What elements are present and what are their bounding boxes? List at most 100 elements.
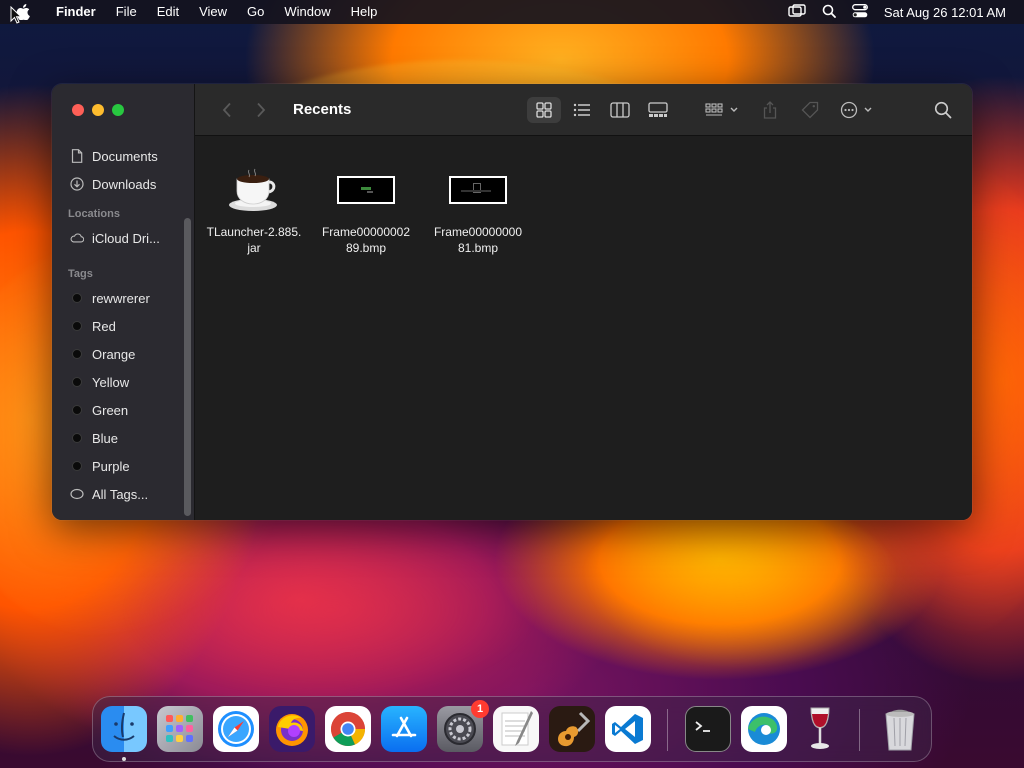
dock-separator	[859, 709, 860, 751]
file-name-line-2: 89.bmp	[345, 241, 387, 255]
bmp-thumbnail	[312, 160, 420, 220]
sidebar-heading-tags: Tags	[68, 268, 93, 280]
back-button[interactable]	[217, 96, 237, 124]
launchpad-icon	[166, 715, 193, 742]
screen-mirroring-icon[interactable]	[788, 3, 806, 21]
tag-color-dot	[70, 319, 84, 333]
safari-compass-icon	[218, 711, 254, 747]
column-view-button[interactable]	[603, 97, 637, 123]
sidebar-tag-rewwrerer[interactable]: rewwrerer	[52, 284, 195, 312]
dock-firefox[interactable]	[269, 706, 315, 752]
menu-app-finder[interactable]: Finder	[46, 0, 106, 24]
dock-launchpad[interactable]	[157, 706, 203, 752]
forward-button[interactable]	[251, 96, 271, 124]
dock-chrome[interactable]	[325, 706, 371, 752]
menu-edit[interactable]: Edit	[147, 0, 189, 24]
chrome-icon	[331, 712, 365, 746]
dock-finder[interactable]	[101, 706, 147, 752]
sidebar-tag-purple[interactable]: Purple	[52, 452, 195, 480]
search-button[interactable]	[932, 96, 954, 124]
finder-sidebar: Documents Downloads Locations iCloud Dri…	[52, 84, 195, 520]
menu-help[interactable]: Help	[341, 0, 388, 24]
sidebar-tag-yellow[interactable]: Yellow	[52, 368, 195, 396]
columns-icon	[610, 101, 631, 118]
search-icon	[934, 101, 952, 118]
sidebar-item-label: Red	[92, 318, 116, 334]
spotlight-search-icon[interactable]	[822, 4, 836, 21]
dock-system-settings[interactable]: 1	[437, 700, 489, 752]
tag-color-dot	[70, 291, 84, 305]
tag-icon	[801, 101, 819, 118]
dock-microsoft-edge[interactable]	[741, 706, 787, 752]
tag-button[interactable]	[799, 96, 821, 124]
file-item-frame-289-bmp[interactable]: Frame00000002 89.bmp	[312, 160, 420, 256]
menu-window[interactable]: Window	[274, 0, 340, 24]
share-button[interactable]	[759, 96, 781, 124]
zoom-button[interactable]	[112, 104, 124, 116]
sidebar-list: Documents Downloads Locations iCloud Dri…	[52, 142, 195, 508]
sidebar-item-label: All Tags...	[92, 486, 149, 502]
sidebar-tag-blue[interactable]: Blue	[52, 424, 195, 452]
group-grid-icon	[705, 102, 738, 116]
dock-vscode[interactable]	[605, 706, 651, 752]
icon-view-button[interactable]	[527, 96, 562, 123]
dock-terminal[interactable]	[685, 706, 731, 752]
sidebar-item-downloads[interactable]: Downloads	[52, 170, 195, 198]
dock-wine[interactable]	[797, 706, 843, 752]
group-by-button[interactable]	[703, 96, 741, 124]
sidebar-scrollbar[interactable]	[184, 218, 191, 516]
file-item-tlauncher-jar[interactable]: TLauncher-2.885. jar	[200, 160, 308, 256]
sidebar-item-label: Green	[92, 402, 129, 418]
finder-window: Documents Downloads Locations iCloud Dri…	[52, 84, 972, 520]
share-icon	[764, 100, 777, 119]
menu-go[interactable]: Go	[237, 0, 274, 24]
mouse-pointer-icon	[10, 5, 23, 29]
sidebar-item-documents[interactable]: Documents	[52, 142, 195, 170]
dock-trash[interactable]	[877, 706, 923, 752]
vscode-icon	[612, 714, 643, 744]
sidebar-item-icloud-drive[interactable]: iCloud Dri...	[52, 224, 195, 252]
dock-app-store[interactable]	[381, 706, 427, 752]
control-center-icon[interactable]	[851, 3, 868, 21]
java-cup-icon	[200, 160, 308, 220]
file-item-frame-81-bmp[interactable]: Frame00000000 81.bmp	[424, 160, 532, 256]
sidebar-item-all-tags[interactable]: All Tags...	[52, 480, 195, 508]
dock-garageband[interactable]	[549, 706, 595, 752]
edge-icon	[748, 713, 780, 745]
file-name-line-1: Frame00000002	[321, 225, 411, 239]
dock-textedit[interactable]	[493, 706, 539, 752]
menu-clock[interactable]: Sat Aug 26 12:01 AM	[884, 5, 1006, 20]
cloud-icon	[70, 231, 84, 245]
running-indicator	[122, 757, 126, 761]
finder-face-icon	[113, 712, 135, 741]
tag-outline-icon	[70, 487, 84, 501]
chevron-left-icon	[222, 102, 231, 117]
tag-color-dot	[70, 375, 84, 389]
list-view-button[interactable]	[565, 97, 599, 123]
action-menu-button[interactable]	[839, 96, 877, 124]
close-button[interactable]	[72, 104, 84, 116]
download-icon	[70, 177, 84, 191]
tag-color-dot	[70, 431, 84, 445]
sidebar-tag-red[interactable]: Red	[52, 312, 195, 340]
file-name-line-2: 81.bmp	[457, 241, 499, 255]
menu-view[interactable]: View	[189, 0, 237, 24]
tag-color-dot	[70, 403, 84, 417]
dock-safari[interactable]	[213, 706, 259, 752]
file-browser-area[interactable]: TLauncher-2.885. jar Frame00000002 89.bm…	[195, 136, 972, 520]
sidebar-item-label: iCloud Dri...	[92, 230, 160, 246]
gallery-view-button[interactable]	[641, 97, 675, 123]
menu-file[interactable]: File	[106, 0, 147, 24]
terminal-icon	[695, 721, 710, 732]
view-mode-group	[527, 96, 675, 123]
bmp-thumbnail	[424, 160, 532, 220]
file-name-line-1: Frame00000000	[433, 225, 523, 239]
sidebar-item-label: Documents	[92, 148, 158, 164]
app-store-icon	[391, 716, 417, 738]
trash-icon	[885, 709, 915, 751]
minimize-button[interactable]	[92, 104, 104, 116]
sidebar-item-label: rewwrerer	[92, 290, 150, 306]
sidebar-tag-green[interactable]: Green	[52, 396, 195, 424]
sidebar-tag-orange[interactable]: Orange	[52, 340, 195, 368]
notepad-pen-icon	[501, 711, 533, 746]
